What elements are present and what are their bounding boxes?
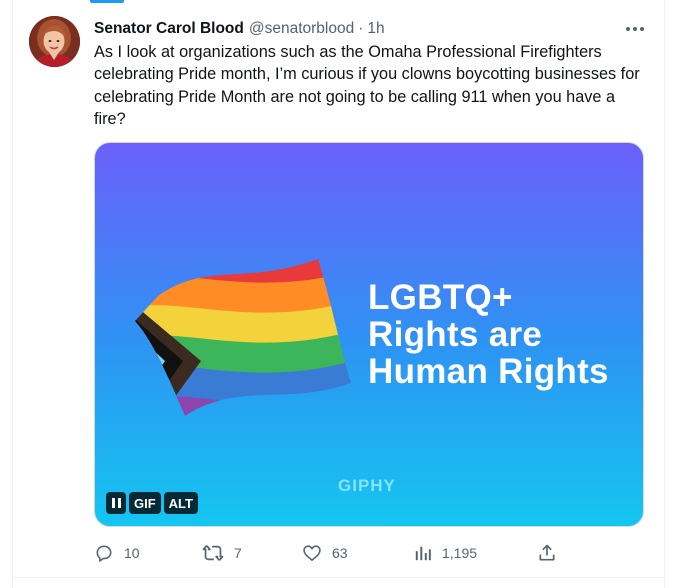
- timeline-border-right: [664, 0, 665, 588]
- like-count: 63: [332, 545, 348, 561]
- progress-pride-flag: [135, 259, 351, 416]
- more-horizontal-icon: [626, 27, 630, 31]
- author-handle[interactable]: @senatorblood: [249, 20, 354, 38]
- repost-button[interactable]: 7: [202, 540, 242, 566]
- post-actions: 10 7 63 1,195: [94, 540, 654, 566]
- post-text: As I look at organizations such as the O…: [94, 43, 640, 129]
- pause-icon: [111, 498, 115, 508]
- reply-icon: [96, 545, 112, 562]
- headline-line: LGBTQ+: [368, 278, 513, 317]
- views-chart-icon: [415, 546, 431, 561]
- separator-dot: ·: [358, 20, 364, 37]
- post-header: Senator Carol Blood @senatorblood · 1h: [94, 18, 385, 40]
- headline-line: Human Rights: [368, 352, 609, 391]
- post-divider: [12, 577, 664, 578]
- tab-indicator: [90, 0, 124, 3]
- share-icon: [539, 544, 555, 561]
- view-count: 1,195: [442, 545, 478, 561]
- views-button[interactable]: 1,195: [414, 540, 477, 566]
- avatar[interactable]: [29, 16, 80, 67]
- repost-icon: [202, 545, 224, 561]
- more-options-button[interactable]: [622, 19, 648, 39]
- headline-line: Rights are: [368, 315, 543, 354]
- reply-count: 10: [124, 545, 140, 561]
- gif-badge: GIF: [129, 492, 161, 514]
- repost-count: 7: [234, 545, 242, 561]
- gif-headline: LGBTQ+ Rights are Human Rights: [368, 279, 609, 390]
- heart-icon: [303, 545, 321, 561]
- timeline-border-left: [12, 0, 13, 588]
- alt-text-button[interactable]: ALT: [163, 492, 198, 514]
- media-controls: GIF ALT: [106, 492, 198, 514]
- like-button[interactable]: 63: [302, 540, 348, 566]
- pause-button[interactable]: [106, 492, 126, 514]
- gif-media[interactable]: LGBTQ+ Rights are Human Rights GIPHY GIF…: [94, 142, 644, 527]
- author-name[interactable]: Senator Carol Blood: [94, 20, 244, 38]
- share-button[interactable]: [537, 540, 557, 566]
- post-timestamp[interactable]: 1h: [367, 20, 384, 38]
- reply-button[interactable]: 10: [94, 540, 140, 566]
- giphy-watermark: GIPHY: [338, 476, 396, 495]
